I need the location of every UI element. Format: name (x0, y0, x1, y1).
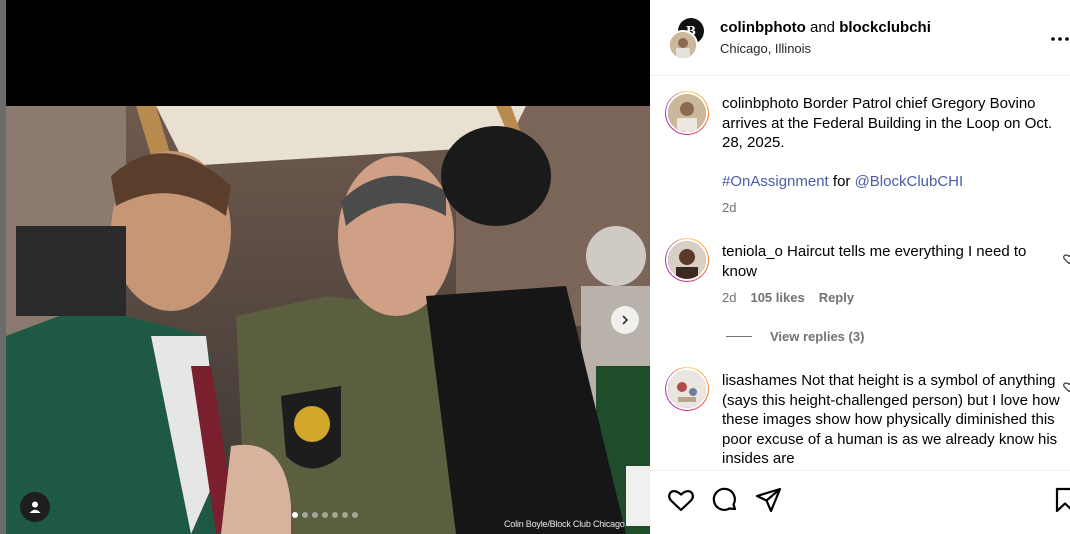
coauthor-username[interactable]: blockclubchi (839, 19, 931, 36)
post-authors: colinbphoto and blockclubchi (720, 19, 931, 36)
bookmark-icon[interactable] (1050, 485, 1070, 515)
comment-likes[interactable]: 105 likes (750, 290, 804, 305)
carousel-dot (292, 512, 298, 518)
colinbphoto-avatar[interactable] (668, 30, 698, 60)
carousel-dot (332, 512, 338, 518)
share-icon[interactable] (754, 485, 784, 515)
comment-text: lisashames Not that height is a symbol o… (722, 371, 1060, 469)
comment-text: teniola_o Haircut tells me everything I … (722, 242, 1060, 281)
heart-icon[interactable] (1063, 253, 1070, 265)
caption-for: for (828, 173, 855, 190)
comment-username[interactable]: lisashames (722, 372, 797, 389)
caption-text: colinbphoto Border Patrol chief Gregory … (722, 94, 1060, 153)
avatar-photo (670, 32, 696, 58)
more-icon (1051, 37, 1069, 41)
reply-button[interactable]: Reply (819, 290, 854, 305)
mention-link[interactable]: @BlockClubCHI (855, 173, 964, 190)
carousel-dot (312, 512, 318, 518)
comment-time[interactable]: 2d (722, 290, 736, 305)
post-actions (650, 470, 1070, 534)
post-media[interactable]: Colin Boyle/Block Club Chicago (0, 0, 650, 534)
carousel-dot (342, 512, 348, 518)
author-joiner: and (805, 19, 840, 36)
comment-meta: 2d 105 likes Reply (722, 290, 854, 305)
next-photo-button[interactable] (611, 306, 639, 334)
caption-avatar[interactable] (665, 91, 709, 135)
carousel-dot (352, 512, 358, 518)
user-icon (29, 501, 41, 513)
chevron-right-icon (622, 315, 629, 325)
tagged-users-button[interactable] (20, 492, 50, 522)
heart-icon[interactable] (1063, 381, 1070, 393)
comment-icon[interactable] (710, 485, 740, 515)
heart-icon[interactable] (666, 485, 696, 515)
post-side-panel: B colinbphoto and blockclubchi Chicago, … (650, 0, 1070, 534)
commenter-avatar-photo (666, 239, 708, 281)
carousel-indicator (292, 512, 358, 518)
view-replies-label: View replies (3) (770, 329, 865, 344)
caption-tags: #OnAssignment for @BlockClubCHI (722, 172, 1060, 192)
commenter-avatar[interactable] (665, 367, 709, 411)
view-replies-button[interactable]: View replies (3) (726, 329, 864, 344)
caption-avatar-photo (666, 92, 708, 134)
replies-divider (726, 336, 752, 337)
post-location[interactable]: Chicago, Illinois (720, 41, 811, 56)
more-options-button[interactable] (1050, 27, 1070, 45)
collab-avatars[interactable]: B (668, 18, 708, 60)
carousel-dot (322, 512, 328, 518)
photo-credit: Colin Boyle/Block Club Chicago (504, 519, 625, 529)
comment-username[interactable]: teniola_o (722, 243, 783, 260)
post-photo[interactable] (6, 106, 650, 534)
comments-thread[interactable]: colinbphoto Border Patrol chief Gregory … (650, 76, 1070, 470)
carousel-dot (302, 512, 308, 518)
instagram-post-view: Colin Boyle/Block Club Chicago B colinbp… (0, 0, 1070, 534)
hashtag-link[interactable]: #OnAssignment (722, 173, 829, 190)
commenter-avatar[interactable] (665, 238, 709, 282)
post-header: B colinbphoto and blockclubchi Chicago, … (650, 0, 1070, 76)
commenter-avatar-photo (666, 368, 708, 410)
caption-timestamp[interactable]: 2d (722, 200, 736, 215)
author-username[interactable]: colinbphoto (720, 19, 806, 36)
caption-username[interactable]: colinbphoto (722, 95, 799, 112)
